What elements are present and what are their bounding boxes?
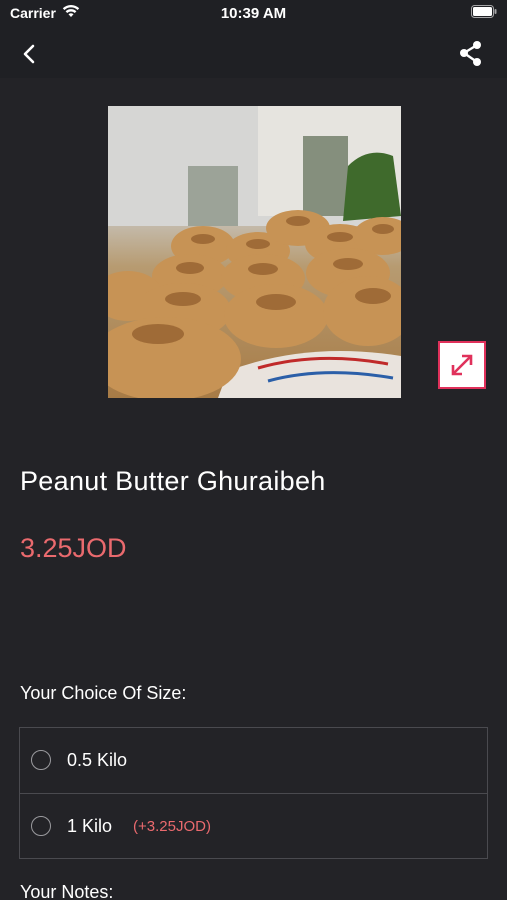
size-option-one-kilo[interactable]: 1 Kilo (+3.25JOD) — [20, 794, 487, 859]
battery-icon — [471, 5, 497, 18]
size-option-half-kilo[interactable]: 0.5 Kilo — [20, 728, 487, 794]
share-button[interactable] — [455, 38, 487, 70]
clock-label: 10:39 AM — [220, 5, 287, 22]
expand-image-button[interactable] — [438, 341, 486, 389]
size-options-list: 0.5 Kilo 1 Kilo (+3.25JOD) — [19, 727, 488, 859]
size-choice-heading: Your Choice Of Size: — [20, 683, 187, 703]
option-label: 1 Kilo — [67, 816, 113, 836]
navigation-bar — [0, 28, 507, 78]
back-button[interactable] — [14, 38, 46, 70]
radio-button[interactable] — [31, 816, 51, 836]
expand-icon — [451, 354, 473, 376]
chevron-left-icon — [23, 44, 35, 64]
option-label: 0.5 Kilo — [67, 750, 128, 770]
product-price: 3.25JOD — [20, 533, 127, 563]
product-title: Peanut Butter Ghuraibeh — [20, 466, 326, 496]
product-photo[interactable] — [108, 106, 401, 398]
status-bar: Carrier 10:39 AM — [0, 0, 507, 28]
option-extra-price: (+3.25JOD) — [133, 818, 211, 835]
product-detail-screen: Carrier 10:39 AM Peanut Butter Ghuraibeh… — [0, 0, 507, 900]
radio-button[interactable] — [31, 750, 51, 770]
share-icon — [460, 41, 481, 66]
notes-heading: Your Notes: — [20, 882, 114, 900]
